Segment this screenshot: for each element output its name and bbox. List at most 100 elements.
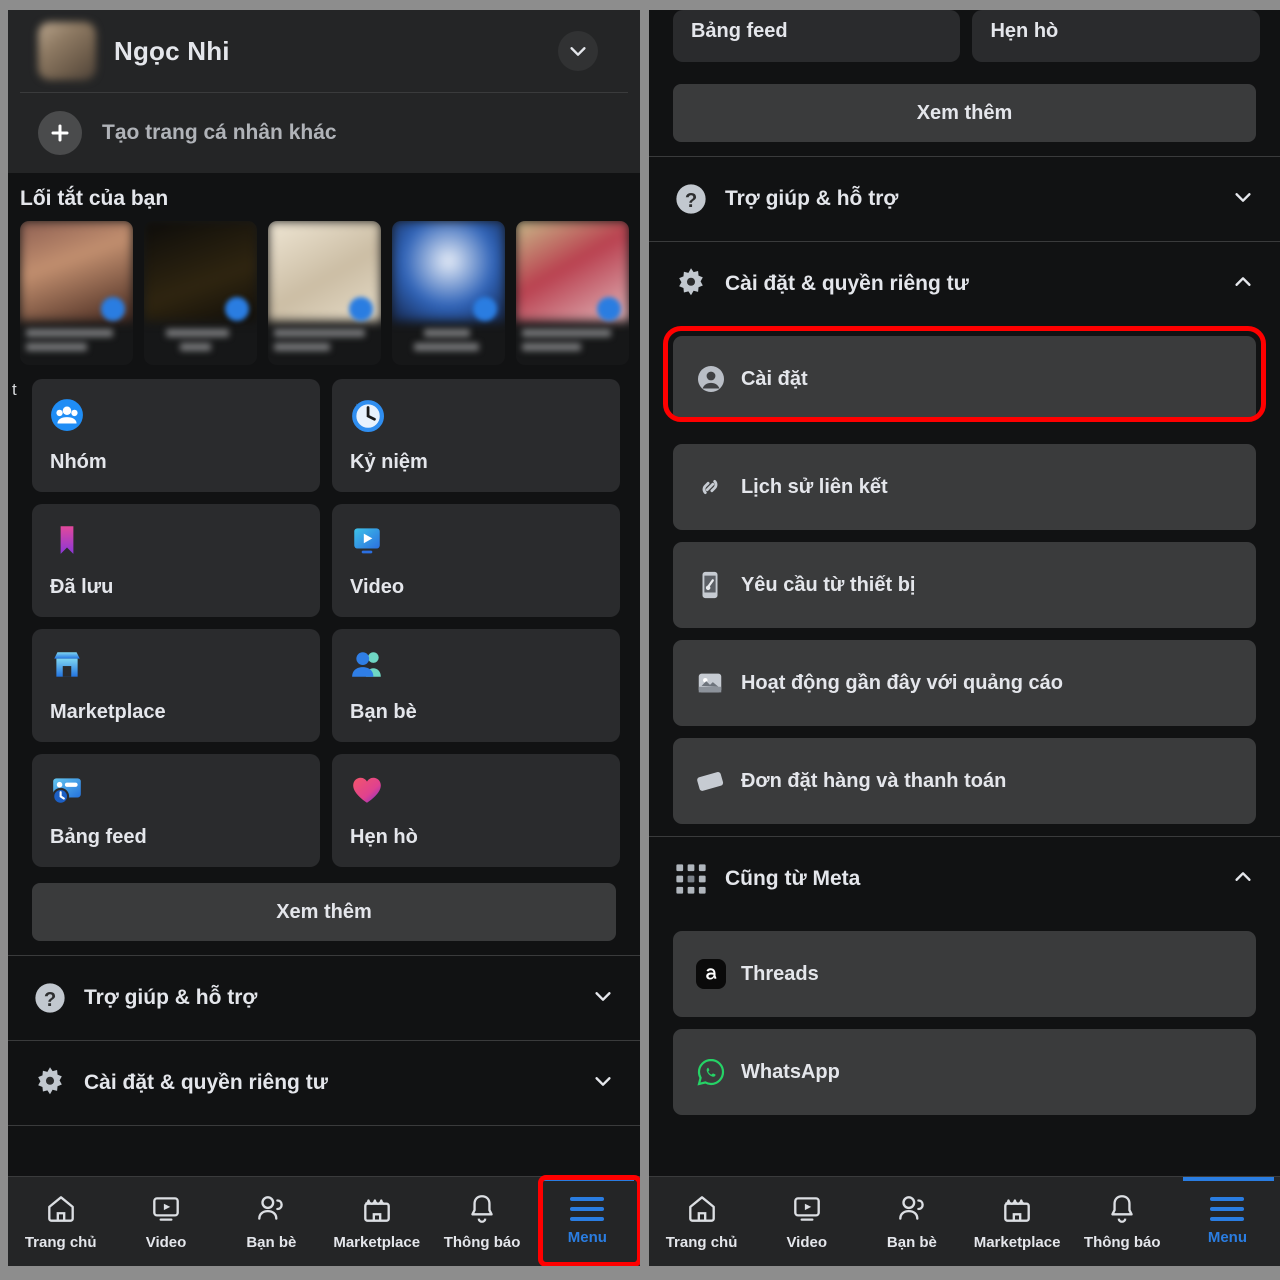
hamburger-menu-icon [570, 1197, 605, 1221]
marketplace-icon [1004, 1199, 1030, 1222]
nav-item-friends[interactable]: Bạn bè [219, 1177, 324, 1266]
tile-label: Bảng feed [690, 20, 788, 42]
nav-item-marketplace[interactable]: Marketplace [324, 1177, 429, 1266]
memories-clock-icon [350, 397, 620, 433]
marketplace-icon [50, 647, 320, 683]
gear-icon [673, 266, 725, 302]
list-item[interactable] [268, 221, 381, 365]
nav-label: Trang chủ [24, 1234, 97, 1251]
tile-dating[interactable]: Hẹn hò [332, 754, 621, 867]
accordion-label: Cài đặt & quyền riêng tư [724, 272, 969, 295]
settings-item-cai-dat[interactable]: Cài đặt [672, 336, 1256, 422]
see-more-button[interactable]: Xem thêm [32, 883, 617, 941]
chevron-down-icon[interactable] [558, 31, 599, 71]
tile-label: Đã lưu [50, 576, 114, 598]
nav-item-menu[interactable]: Menu [1175, 1177, 1280, 1266]
list-item[interactable] [516, 221, 629, 365]
nav-item-video[interactable]: Video [754, 1177, 859, 1266]
nav-label: Marketplace [973, 1234, 1061, 1251]
nav-item-notifications[interactable]: Thông báo [1070, 1177, 1175, 1266]
tile-label: Kỷ niệm [350, 451, 428, 473]
list-item[interactable] [392, 221, 505, 365]
create-profile-row[interactable]: Tạo trang cá nhân khác [8, 93, 640, 173]
accordion-help-support[interactable]: ? Trợ giúp & hỗ trợ [8, 956, 640, 1040]
tile-memories[interactable]: Kỷ niệm [332, 379, 621, 492]
chevron-down-icon[interactable] [592, 1070, 614, 1097]
tile-label: Nhóm [50, 451, 107, 473]
accordion-also-from-meta[interactable]: Cũng từ Meta [649, 837, 1280, 921]
accordion-settings-privacy[interactable]: Cài đặt & quyền riêng tư [8, 1041, 640, 1125]
panel-divider [640, 0, 649, 1280]
tile-label: Marketplace [50, 701, 166, 723]
tile-feeds[interactable]: Bảng feed [672, 10, 961, 62]
chevron-up-icon[interactable] [1232, 271, 1254, 298]
tile-marketplace[interactable]: Marketplace [32, 629, 321, 742]
nav-item-menu[interactable]: Menu [535, 1177, 640, 1266]
screenshot-stage: Ngọc Nhi Tạo trang cá nhân khác Lối tắt … [0, 0, 1280, 1280]
tile-groups[interactable]: Nhóm [32, 379, 321, 492]
profile-name: Ngọc Nhi [114, 35, 230, 66]
meta-apps-submenu: Threads WhatsApp [649, 921, 1280, 1115]
settings-item-label: Lịch sử liên kết [740, 475, 888, 498]
nav-item-friends[interactable]: Bạn bè [859, 1177, 964, 1266]
nav-label: Marketplace [333, 1234, 421, 1251]
list-item[interactable] [20, 221, 133, 365]
orders-payments-icon [695, 766, 741, 796]
chevron-up-icon[interactable] [1232, 866, 1254, 893]
bottom-navigation-bar: Trang chủ Video Bạn bè Marketplace Thông… [8, 1175, 641, 1266]
accordion-settings-privacy[interactable]: Cài đặt & quyền riêng tư [649, 242, 1280, 326]
shortcuts-strip[interactable] [8, 221, 640, 365]
svg-text:?: ? [44, 989, 56, 1011]
shortcut-caption [392, 321, 505, 351]
active-tab-underline [542, 1177, 635, 1181]
left-menu-scroll[interactable]: Ngọc Nhi Tạo trang cá nhân khác Lối tắt … [8, 10, 641, 1176]
nav-item-marketplace[interactable]: Marketplace [964, 1177, 1069, 1266]
question-mark-icon: ? [673, 181, 725, 217]
bell-icon [471, 1195, 493, 1223]
meta-item-whatsapp[interactable]: WhatsApp [672, 1029, 1256, 1115]
tile-video[interactable]: Video [332, 504, 621, 617]
tile-label: Bảng feed [50, 826, 147, 848]
tile-label: Video [350, 576, 405, 598]
nav-item-home[interactable]: Trang chủ [649, 1177, 754, 1266]
nav-label: Video [786, 1234, 828, 1251]
feeds-icon [50, 772, 320, 808]
nav-label: Thông báo [1083, 1234, 1161, 1251]
nav-label: Video [145, 1234, 187, 1251]
nav-item-home[interactable]: Trang chủ [8, 1177, 113, 1266]
tile-saved[interactable]: Đã lưu [32, 504, 321, 617]
settings-item-lich-su-lien-ket[interactable]: Lịch sử liên kết [672, 444, 1256, 530]
whatsapp-icon [695, 1056, 741, 1088]
nav-label: Bạn bè [886, 1234, 937, 1251]
nav-label: Menu [567, 1229, 607, 1246]
shortcut-badge [349, 297, 373, 321]
accordion-help-support[interactable]: ? Trợ giúp & hỗ trợ [649, 157, 1280, 241]
list-item[interactable] [144, 221, 257, 365]
accordion-label: Trợ giúp & hỗ trợ [724, 187, 899, 210]
hamburger-menu-icon [1210, 1197, 1245, 1221]
nav-label: Bạn bè [246, 1234, 297, 1251]
nav-item-notifications[interactable]: Thông báo [429, 1177, 534, 1266]
meta-item-label: WhatsApp [740, 1060, 840, 1083]
shortcut-caption [20, 321, 133, 351]
tile-dating[interactable]: Hẹn hò [972, 10, 1260, 62]
tile-label: Bạn bè [350, 701, 417, 723]
ad-activity-icon [695, 668, 741, 698]
chevron-down-icon[interactable] [592, 985, 614, 1012]
settings-item-yeu-cau-tu-thiet-bi[interactable]: Yêu cầu từ thiết bị [672, 542, 1256, 628]
tile-friends[interactable]: Bạn bè [332, 629, 621, 742]
see-more-button[interactable]: Xem thêm [672, 84, 1256, 142]
profile-row[interactable]: Ngọc Nhi [8, 10, 640, 92]
settings-item-don-dat-hang[interactable]: Đơn đặt hàng và thanh toán [672, 738, 1256, 824]
nav-item-video[interactable]: Video [113, 1177, 218, 1266]
shortcut-badge [101, 297, 125, 321]
chevron-down-icon[interactable] [1232, 186, 1254, 213]
meta-item-threads[interactable]: Threads [672, 931, 1256, 1017]
right-menu-scroll[interactable]: Bảng feed Hẹn hò Xem thêm ? Trợ giúp & h… [648, 10, 1280, 1176]
tile-feeds[interactable]: Bảng feed [32, 754, 321, 867]
tile-label: Hẹn hò [350, 826, 418, 848]
divider [8, 1125, 641, 1126]
settings-item-hoat-dong-quang-cao[interactable]: Hoạt động gần đây với quảng cáo [672, 640, 1256, 726]
video-icon [350, 522, 620, 558]
shortcuts-title: Lối tắt của bạn [20, 187, 169, 210]
